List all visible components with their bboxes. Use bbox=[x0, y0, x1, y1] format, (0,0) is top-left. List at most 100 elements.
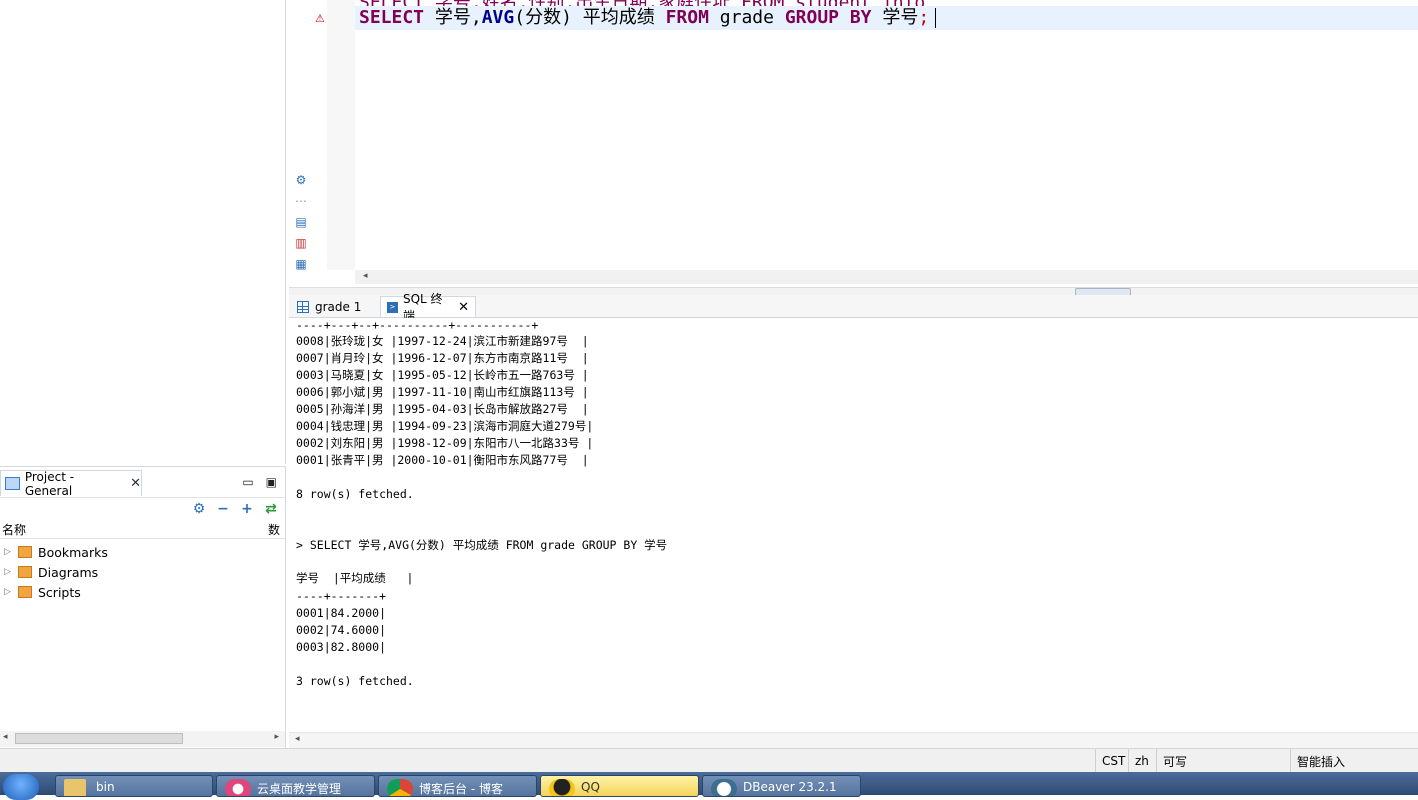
table-row: 0002|刘东阳|男 |1998-12-09|东阳市八一北路33号 | bbox=[296, 436, 594, 450]
chrome-icon bbox=[387, 779, 413, 796]
scroll-right-arrow-icon[interactable]: ▸ bbox=[274, 732, 279, 742]
collapse-icon[interactable]: − bbox=[215, 501, 231, 517]
column-name[interactable]: 名称 bbox=[2, 521, 26, 538]
code-semicolon: ; bbox=[918, 7, 930, 28]
scripts-folder-icon bbox=[18, 586, 32, 598]
status-locale: zh bbox=[1128, 749, 1156, 773]
expand-arrow-icon[interactable]: ▷ bbox=[4, 567, 14, 577]
status-timezone: CST bbox=[1095, 749, 1128, 773]
status-writable: 可写 bbox=[1156, 749, 1290, 773]
table-grid-icon bbox=[297, 300, 309, 313]
kw-from: FROM bbox=[665, 7, 709, 28]
query-echo: > SELECT 学号,AVG(分数) 平均成绩 FROM grade GROU… bbox=[296, 538, 668, 552]
dbeaver-icon bbox=[711, 779, 737, 796]
project-tabbar: Project - General ✕ ▭ ▣ bbox=[0, 467, 285, 498]
editor-ruler bbox=[327, 0, 355, 270]
project-horizontal-scrollbar[interactable]: ◂ ▸ bbox=[0, 731, 285, 747]
tree-column-header: 名称 数 bbox=[0, 520, 285, 539]
sql-editor[interactable]: ⚠ ⚙ ⋯ ▤ ▥ ▦ SELECT 学号,姓名,性别,出生日期,家庭住址 FR… bbox=[289, 0, 1418, 287]
kw-select: SELECT bbox=[359, 7, 425, 28]
scroll-left-arrow-icon[interactable]: ◂ bbox=[3, 732, 8, 742]
taskbar-label: bin bbox=[96, 780, 115, 794]
project-icon bbox=[5, 477, 20, 490]
qq-icon bbox=[549, 779, 575, 796]
link-icon[interactable]: ⇄ bbox=[263, 501, 279, 517]
taskbar-label: DBeaver 23.2.1 bbox=[743, 780, 837, 794]
table1-separator: ----+---+--+----------+-----------+ bbox=[296, 318, 539, 332]
tab-sql-terminal[interactable]: > SQL 终端 ✕ bbox=[380, 292, 476, 323]
expand-arrow-icon[interactable]: ▷ bbox=[4, 547, 14, 557]
kw-group-by: GROUP BY bbox=[784, 7, 872, 28]
fn-avg: AVG bbox=[481, 7, 515, 28]
taskbar-item-dbeaver[interactable]: DBeaver 23.2.1 bbox=[702, 775, 861, 797]
code-table: grade bbox=[708, 7, 785, 28]
tab-grade-1[interactable]: grade 1 bbox=[291, 296, 375, 317]
tree-item-bookmarks[interactable]: ▷ Bookmarks bbox=[0, 542, 285, 562]
taskbar-label: 云桌面教学管理 bbox=[257, 782, 342, 796]
taskbar-item-bin[interactable]: bin bbox=[55, 775, 213, 797]
table2-header: 学号 |平均成绩 | bbox=[296, 571, 414, 585]
table-row: 0003|马晓夏|女 |1995-05-12|长岭市五一路763号 | bbox=[296, 368, 589, 382]
diagrams-folder-icon bbox=[18, 566, 32, 578]
settings-gear-icon[interactable]: ⚙ bbox=[294, 172, 308, 187]
tree-item-label: Bookmarks bbox=[38, 544, 108, 560]
start-button[interactable] bbox=[3, 774, 39, 800]
maximize-icon[interactable]: ▣ bbox=[266, 475, 277, 489]
scroll-left-arrow-icon[interactable]: ◂ bbox=[363, 271, 368, 281]
code-columns: 学号, bbox=[424, 7, 482, 28]
editor-horizontal-scrollbar[interactable]: ◂ bbox=[355, 270, 1418, 284]
taskbar-label: QQ bbox=[581, 780, 600, 794]
taskbar-item-qq[interactable]: QQ bbox=[540, 775, 699, 797]
table2-separator: ----+-------+ bbox=[296, 589, 387, 603]
close-icon[interactable]: ✕ bbox=[458, 300, 469, 315]
add-icon[interactable]: + bbox=[239, 501, 255, 517]
project-toolbar: ⚙ − + ⇄ bbox=[0, 498, 285, 520]
panel-window-buttons: ▭ ▣ bbox=[242, 475, 277, 489]
code-line-current[interactable]: SELECT 学号,AVG(分数) 平均成绩 FROM grade GROUP … bbox=[355, 6, 1418, 30]
tree-item-diagrams[interactable]: ▷ Diagrams bbox=[0, 562, 285, 582]
cloud-desktop-icon bbox=[225, 779, 251, 796]
export-file-icon[interactable]: ▥ bbox=[294, 235, 308, 250]
editor-side-toolbar: ⚙ ⋯ ▤ ▥ ▦ bbox=[294, 172, 308, 271]
project-panel: Project - General ✕ ▭ ▣ ⚙ − + ⇄ 名称 数 ▷ B… bbox=[0, 466, 286, 749]
scroll-left-arrow-icon[interactable]: ◂ bbox=[295, 734, 300, 744]
table-row: 0001|张青平|男 |2000-10-01|衡阳市东风路77号 | bbox=[296, 453, 589, 467]
table-row: 0004|钱忠理|男 |1994-09-23|滨海市洞庭大道279号| bbox=[296, 419, 594, 433]
code-args: (分数) 平均成绩 bbox=[514, 7, 666, 28]
tree-item-scripts[interactable]: ▷ Scripts bbox=[0, 582, 285, 602]
results-tabbar: grade 1 > SQL 终端 ✕ bbox=[289, 292, 1418, 323]
taskbar-item-browser[interactable]: 博客后台 - 博客 bbox=[378, 775, 537, 797]
tab-project-label: Project - General bbox=[24, 469, 75, 498]
tab-label: grade 1 bbox=[315, 299, 362, 314]
execute-script-icon[interactable]: ▤ bbox=[294, 214, 308, 229]
table-row: 0003|82.8000| bbox=[296, 640, 387, 654]
editor-gutter: ⚠ ⚙ ⋯ ▤ ▥ ▦ bbox=[289, 0, 328, 271]
project-tree: ▷ Bookmarks ▷ Diagrams ▷ Scripts bbox=[0, 539, 285, 602]
sql-terminal-output[interactable]: ----+---+--+----------+-----------+ 0008… bbox=[289, 318, 1418, 732]
explain-plan-icon[interactable]: ▦ bbox=[294, 256, 308, 271]
bookmarks-folder-icon bbox=[18, 546, 32, 558]
results-horizontal-scrollbar[interactable]: ◂ bbox=[289, 732, 1418, 748]
folder-icon bbox=[64, 779, 86, 796]
table2-footer: 3 row(s) fetched. bbox=[296, 674, 414, 688]
table-row: 0008|张玲珑|女 |1997-12-24|滨江市新建路97号 | bbox=[296, 334, 589, 348]
warning-icon[interactable]: ⚠ bbox=[315, 12, 325, 25]
expand-arrow-icon[interactable]: ▷ bbox=[4, 587, 14, 597]
tree-item-label: Diagrams bbox=[38, 564, 99, 580]
table-row: 0001|84.2000| bbox=[296, 606, 387, 620]
more-dots-icon[interactable]: ⋯ bbox=[294, 193, 308, 208]
table-row: 0007|肖月玲|女 |1996-12-07|东方市南京路11号 | bbox=[296, 351, 589, 365]
scrollbar-thumb[interactable] bbox=[15, 733, 183, 744]
taskbar-item-cloud-desktop[interactable]: 云桌面教学管理 bbox=[216, 775, 375, 797]
tab-project-general[interactable]: Project - General ✕ bbox=[0, 469, 142, 498]
terminal-icon: > bbox=[387, 301, 398, 313]
gear-icon[interactable]: ⚙ bbox=[191, 501, 207, 517]
table-row: 0005|孙海洋|男 |1995-04-03|长岛市解放路27号 | bbox=[296, 402, 589, 416]
close-icon[interactable]: ✕ bbox=[130, 476, 141, 491]
table-row: 0002|74.6000| bbox=[296, 623, 387, 637]
status-bar: CST zh 可写 智能插入 bbox=[0, 748, 1418, 773]
minimize-icon[interactable]: ▭ bbox=[242, 475, 253, 489]
table1-footer: 8 row(s) fetched. bbox=[296, 487, 414, 501]
tree-item-label: Scripts bbox=[38, 584, 81, 600]
column-data[interactable]: 数 bbox=[268, 521, 280, 538]
